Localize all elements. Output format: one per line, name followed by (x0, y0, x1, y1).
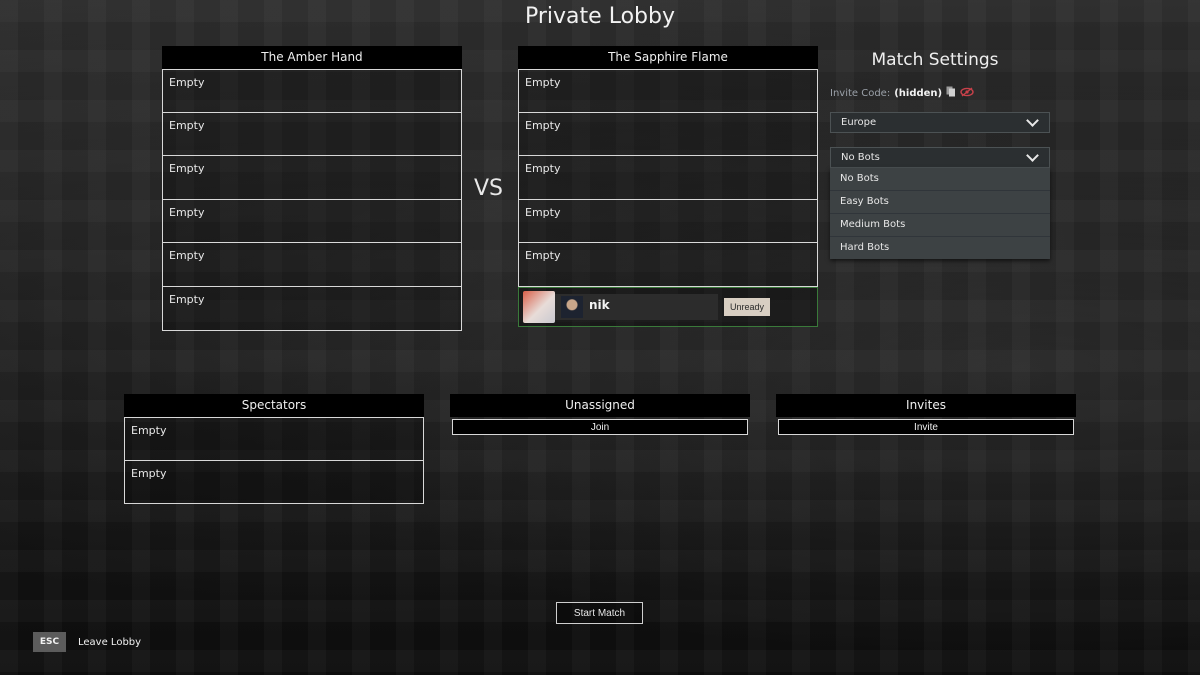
team-slot-list: Empty Empty Empty Empty Empty Empty (162, 69, 462, 331)
team-amber-hand: The Amber Hand Empty Empty Empty Empty E… (162, 46, 462, 331)
invite-code-value: (hidden) (894, 87, 943, 99)
spectators-header: Spectators (124, 394, 424, 417)
user-avatar (561, 295, 583, 318)
team-slot[interactable]: Empty (518, 112, 818, 157)
bots-select-value: No Bots (841, 152, 880, 163)
settings-title: Match Settings (871, 50, 999, 70)
team-slot[interactable]: Empty (162, 243, 462, 287)
region-select[interactable]: Europe (830, 112, 1050, 133)
leave-lobby-button[interactable]: ESC Leave Lobby (33, 632, 141, 652)
chevron-down-icon (1026, 149, 1039, 162)
bots-dropdown: No Bots Easy Bots Medium Bots Hard Bots (830, 168, 1050, 259)
start-match-button[interactable]: Start Match (556, 602, 643, 624)
team-slot[interactable]: Empty (162, 112, 462, 157)
team-slot[interactable]: Empty (518, 243, 818, 287)
chevron-down-icon (1026, 114, 1039, 127)
team-slot[interactable]: Empty (162, 156, 462, 200)
team-sapphire-flame: The Sapphire Flame Empty Empty Empty Emp… (518, 46, 818, 327)
copy-icon[interactable] (946, 86, 956, 100)
spectators-panel: Spectators Empty Empty (124, 394, 424, 504)
join-button[interactable]: Join (452, 419, 748, 435)
invites-panel: Invites Invite (776, 394, 1076, 435)
invite-button[interactable]: Invite (778, 419, 1074, 435)
esc-key-icon: ESC (33, 632, 66, 652)
leave-lobby-label: Leave Lobby (78, 636, 142, 648)
team-slot[interactable]: Empty (162, 286, 462, 331)
match-settings: Match Settings Invite Code: (hidden) Eur… (830, 50, 1050, 259)
eye-icon[interactable] (960, 86, 974, 100)
team-slot[interactable]: Empty (518, 199, 818, 244)
region-select-value: Europe (841, 117, 877, 128)
team-slot[interactable]: Empty (162, 199, 462, 244)
team-slot[interactable]: Empty (518, 69, 818, 113)
page-title: Private Lobby (525, 4, 675, 29)
invite-code-label: Invite Code: (830, 87, 891, 99)
bots-option[interactable]: No Bots (830, 168, 1050, 191)
bots-select[interactable]: No Bots (830, 147, 1050, 168)
team-slot-list: Empty Empty Empty Empty Empty nik Unread… (518, 69, 818, 327)
unready-button[interactable]: Unready (724, 297, 771, 316)
team-header: The Amber Hand (162, 46, 462, 69)
player-slot: nik Unready (518, 286, 818, 327)
versus-label: VS (474, 176, 504, 201)
unassigned-panel: Unassigned Join (450, 394, 750, 435)
bots-option[interactable]: Easy Bots (830, 191, 1050, 214)
team-slot[interactable]: Empty (162, 69, 462, 113)
spectator-slot[interactable]: Empty (124, 417, 424, 461)
bots-option[interactable]: Medium Bots (830, 214, 1050, 237)
invites-header: Invites (776, 394, 1076, 417)
bots-option[interactable]: Hard Bots (830, 237, 1050, 259)
spectator-slot[interactable]: Empty (124, 460, 424, 504)
unassigned-header: Unassigned (450, 394, 750, 417)
team-header: The Sapphire Flame (518, 46, 818, 69)
spectator-slot-list: Empty Empty (124, 417, 424, 504)
invite-code-row: Invite Code: (hidden) (830, 86, 1050, 100)
team-slot[interactable]: Empty (518, 156, 818, 200)
hero-portrait (523, 290, 555, 323)
